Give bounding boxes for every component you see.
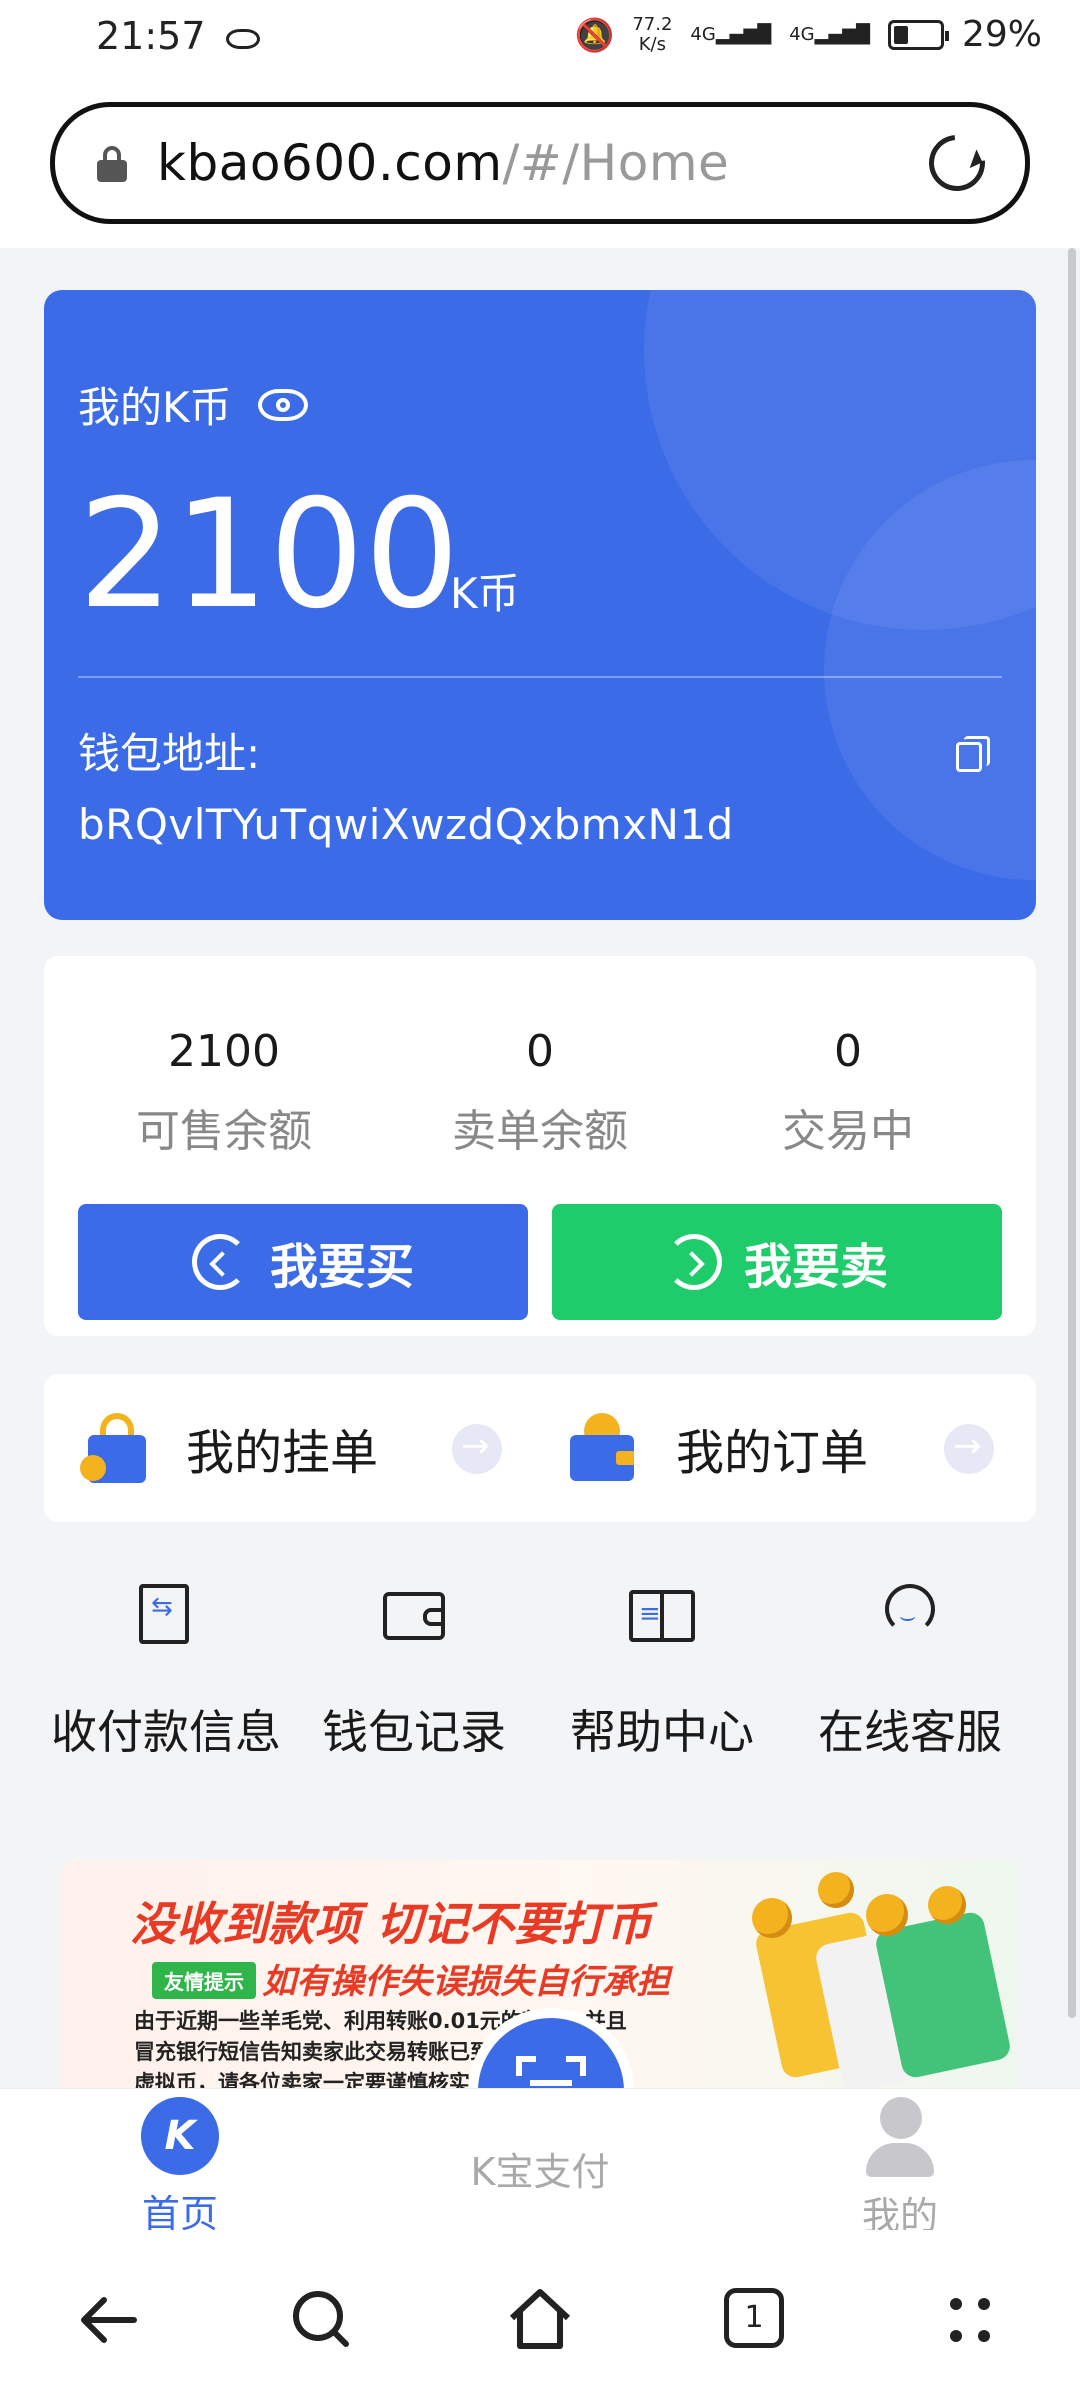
tabs-count: 1: [724, 2288, 784, 2348]
signal-icon: 4G▂▄▆█: [789, 24, 870, 45]
service-wallet-records[interactable]: 钱包记录: [290, 1580, 538, 1762]
coin-illustration: [752, 1898, 792, 1938]
wallet-address-label: 钱包地址:: [78, 729, 261, 778]
eye-icon: [225, 28, 260, 49]
lock-icon: [97, 146, 127, 182]
coin-illustration: [866, 1894, 908, 1936]
headset-icon: [875, 1580, 945, 1650]
stats-card: 2100 可售余额 0 卖单余额 0 交易中 我要买 我要卖: [44, 956, 1036, 1336]
balance-amount: 2100: [78, 468, 460, 642]
stat-label: 卖单余额: [452, 1106, 628, 1157]
service-payment-info[interactable]: 收付款信息: [42, 1580, 290, 1762]
status-time: 21:57: [96, 14, 260, 58]
battery-icon: [887, 19, 949, 50]
tab-home[interactable]: K 首页: [60, 2089, 300, 2238]
my-listings-label: 我的挂单: [186, 1425, 379, 1481]
copy-icon[interactable]: [956, 736, 990, 772]
coin-illustration: [928, 1886, 966, 1924]
balance-card: 我的K币 2100 K币 钱包地址: bRQvlTYuTqwiXwzdQxbmx…: [44, 290, 1036, 920]
service-online-support[interactable]: 在线客服: [786, 1580, 1034, 1762]
reload-icon[interactable]: [917, 123, 997, 203]
buy-button[interactable]: 我要买: [78, 1204, 528, 1320]
banner-subtitle: 如有操作失误损失自行承担: [262, 1962, 670, 2002]
tabs-icon[interactable]: 1: [714, 2280, 794, 2360]
browser-nav-bar: 1: [0, 2230, 1080, 2400]
orders-card: 我的挂单 我的订单: [44, 1374, 1036, 1522]
service-label: 帮助中心: [570, 1705, 754, 1759]
buy-label: 我要买: [269, 1239, 414, 1295]
wallet-coin-icon: [570, 1413, 636, 1483]
book-icon: [627, 1580, 697, 1650]
status-indicators: 🔕 77.2 K/s 4G▂▄▆█ 4G▂▄▆█ 29%: [575, 14, 1043, 55]
stat-available: 2100 可售余额: [74, 1026, 374, 1159]
search-icon[interactable]: [282, 2280, 362, 2360]
banner-body: 由于近期一些羊毛党、利用转账0.01元的范围，并且 冒充银行短信告知卖家此交易转…: [134, 2006, 754, 2088]
service-label: 钱包记录: [322, 1705, 506, 1759]
payment-info-icon: [131, 1580, 201, 1650]
arrow-right-icon[interactable]: [944, 1424, 994, 1474]
sell-icon: [665, 1234, 722, 1290]
stat-label: 可售余额: [136, 1106, 312, 1157]
stat-label: 交易中: [782, 1106, 914, 1157]
service-label: 收付款信息: [51, 1705, 281, 1759]
shopping-bag-icon: [80, 1413, 146, 1483]
banner-body-line: 冒充银行短信告知卖家此交易转账已到账来骗取: [134, 2040, 575, 2064]
tab-profile[interactable]: 我的: [780, 2089, 1020, 2240]
sell-button[interactable]: 我要卖: [552, 1204, 1002, 1320]
url-text[interactable]: kbao600.com/#/Home: [157, 134, 729, 192]
balance-unit: K币: [450, 569, 520, 618]
sell-label: 我要卖: [743, 1239, 888, 1295]
buy-icon: [191, 1234, 248, 1290]
banner-body-line: 由于近期一些羊毛党、利用转账0.01元的范围，并且: [134, 2009, 627, 2033]
banner-title: 没收到款项 切记不要打币: [130, 1897, 653, 1951]
tab-kbao-pay[interactable]: K宝支付: [420, 2133, 660, 2196]
wallet-address: bRQvlTYuTqwiXwzdQxbmxN1d: [78, 800, 734, 849]
network-speed: 77.2 K/s: [632, 13, 673, 55]
service-label: 在线客服: [818, 1705, 1002, 1759]
address-bar[interactable]: kbao600.com/#/Home: [50, 102, 1030, 224]
bottom-tab-bar: K 首页 K宝支付 我的: [0, 2088, 1080, 2238]
menu-icon[interactable]: [930, 2280, 1010, 2360]
stat-value: 2100: [168, 1026, 280, 1077]
scrollbar[interactable]: [1068, 248, 1076, 2018]
mute-icon: 🔕: [574, 15, 615, 54]
my-orders-label: 我的订单: [676, 1425, 869, 1481]
profile-icon: [862, 2097, 938, 2177]
wallet-icon: [379, 1580, 449, 1650]
stat-value: 0: [834, 1026, 862, 1077]
home-icon[interactable]: [500, 2280, 580, 2360]
arrow-right-icon[interactable]: [452, 1424, 502, 1474]
tab-pay-label: K宝支付: [470, 2150, 610, 2194]
stat-trading: 0 交易中: [698, 1026, 998, 1159]
kbao-logo-icon: K: [141, 2097, 219, 2175]
battery-percent: 29%: [961, 14, 1042, 55]
divider: [78, 676, 1002, 678]
stat-value: 0: [526, 1026, 554, 1077]
banner-tag: 友情提示: [152, 1962, 256, 1999]
service-help-center[interactable]: 帮助中心: [538, 1580, 786, 1762]
my-listings-link[interactable]: 我的挂单: [80, 1374, 378, 1522]
my-orders-link[interactable]: 我的订单: [570, 1374, 868, 1522]
coin-illustration: [818, 1872, 854, 1908]
back-icon[interactable]: [68, 2280, 148, 2360]
stat-selling: 0 卖单余额: [390, 1026, 690, 1159]
signal-icon: 4G▂▄▆█: [690, 24, 772, 45]
eye-icon[interactable]: [257, 388, 308, 421]
balance-title: 我的K币: [78, 374, 308, 435]
status-bar: 21:57 🔕 77.2 K/s 4G▂▄▆█ 4G▂▄▆█ 29%: [0, 0, 1080, 80]
banner-body-line: 虚拟币，请各位卖家一定要谨慎核实: [134, 2071, 470, 2088]
